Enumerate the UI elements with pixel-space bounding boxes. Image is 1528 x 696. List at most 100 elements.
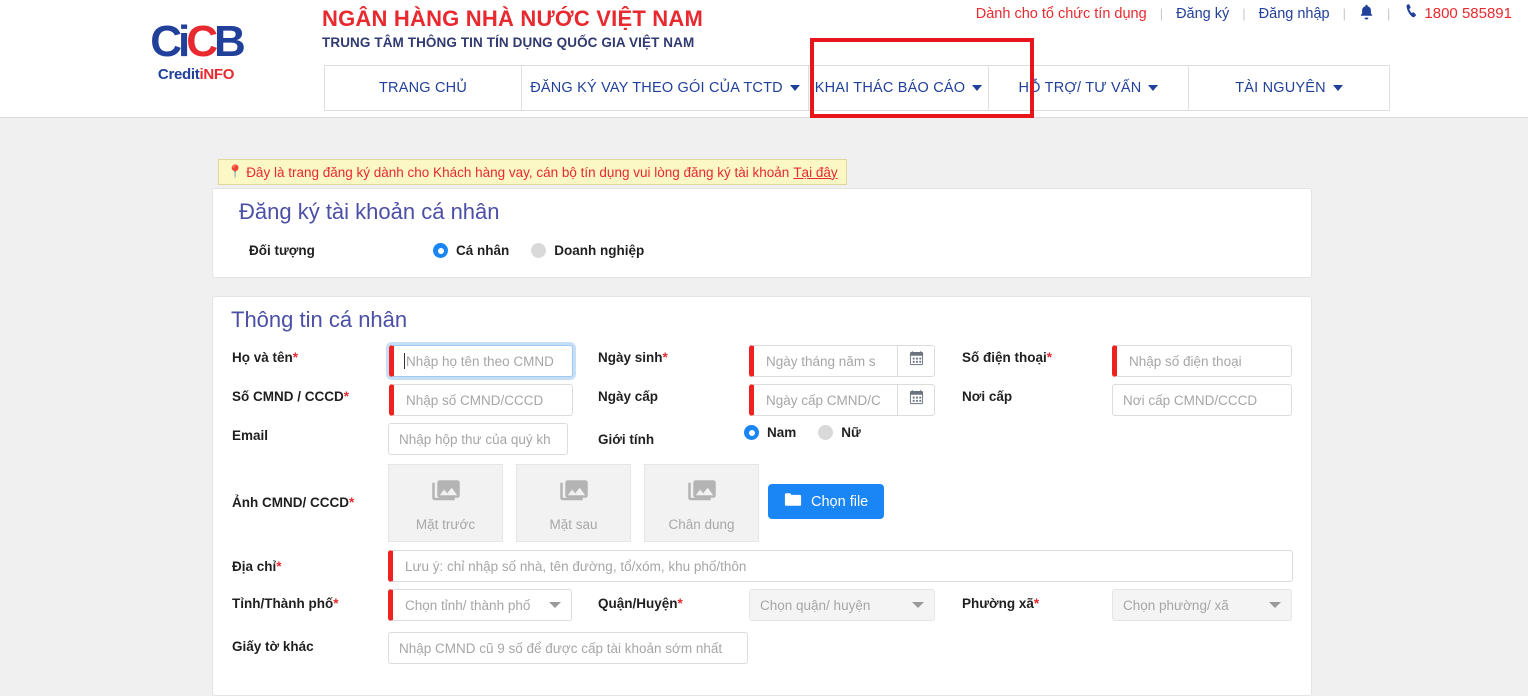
select-district[interactable]: Chọn quận/ huyện	[749, 589, 935, 621]
nav-separator: |	[1342, 6, 1347, 21]
personal-info-card: Thông tin cá nhân Họ và tên* Nhập họ tên…	[212, 296, 1312, 696]
label-birth-date: Ngày sinh*	[598, 350, 668, 365]
nav-item-dang-ky-vay[interactable]: ĐĂNG KÝ VAY THEO GÓI CỦA TCTD	[522, 66, 809, 110]
image-placeholder-icon	[559, 474, 589, 509]
brand-subtitle: TRUNG TÂM THÔNG TIN TÍN DỤNG QUỐC GIA VI…	[322, 34, 695, 50]
label-gender: Giới tính	[598, 432, 655, 447]
text-cursor	[404, 353, 405, 369]
upload-box-chan-dung[interactable]: Chân dung	[644, 464, 759, 542]
placeholder-district: Chọn quận/ huyện	[760, 597, 871, 613]
label-other-docs: Giấy tờ khác	[232, 639, 314, 654]
label-id-number: Số CMND / CCCD*	[232, 389, 350, 404]
brand-block: NGÂN HÀNG NHÀ NƯỚC VIỆT NAM TRUNG TÂM TH…	[322, 5, 703, 50]
subject-label: Đối tượng	[249, 243, 315, 258]
notice-link-tai-day[interactable]: Tại đây	[793, 165, 837, 180]
radio-label-ca-nhan[interactable]: Cá nhân	[456, 243, 509, 258]
logo-mark-c: C	[186, 17, 218, 66]
calendar-icon	[909, 351, 924, 371]
link-login[interactable]: Đăng nhập	[1259, 6, 1330, 22]
phone-hotline[interactable]: 1800 585891	[1403, 4, 1512, 23]
subject-radio-group: Đối tượng Cá nhân Doanh nghiệp	[249, 243, 666, 258]
link-for-credit-orgs[interactable]: Dành cho tổ chức tín dụng	[976, 6, 1147, 22]
input-birth-date[interactable]: Ngày tháng năm s	[749, 345, 897, 377]
notice-banner: 📍 Đây là trang đăng ký dành cho Khách hà…	[218, 159, 847, 185]
bell-icon[interactable]	[1359, 4, 1374, 23]
placeholder-phone: Nhập số điện thoại	[1129, 353, 1242, 369]
chevron-down-icon	[549, 602, 561, 608]
chevron-down-icon	[1269, 602, 1281, 608]
logo-mark: CiCB	[150, 17, 246, 66]
calendar-button-issue-date[interactable]	[897, 384, 935, 416]
select-province[interactable]: Chọn tỉnh/ thành phố	[388, 589, 572, 621]
nav-item-tai-nguyen[interactable]: TÀI NGUYÊN	[1189, 66, 1389, 110]
input-other-docs[interactable]: Nhập CMND cũ 9 số để được cấp tài khoản …	[388, 632, 748, 664]
label-full-name: Họ và tên*	[232, 350, 299, 365]
placeholder-id-number: Nhập số CMND/CCCD	[406, 392, 544, 408]
radio-ca-nhan[interactable]	[433, 243, 448, 258]
label-province: Tỉnh/Thành phố*	[232, 596, 339, 611]
input-id-number[interactable]: Nhập số CMND/CCCD	[389, 384, 573, 416]
nav-label: TÀI NGUYÊN	[1235, 80, 1326, 96]
phone-icon	[1402, 3, 1421, 25]
placeholder-province: Chọn tỉnh/ thành phố	[405, 597, 531, 613]
pin-icon: 📍	[227, 164, 244, 179]
placeholder-other-docs: Nhập CMND cũ 9 số để được cấp tài khoản …	[399, 640, 723, 656]
chevron-down-icon	[912, 602, 924, 608]
logo-mark-ci: Ci	[150, 17, 190, 66]
gender-radio-group: Nam Nữ	[744, 425, 883, 440]
nav-label: TRANG CHỦ	[379, 80, 467, 96]
chevron-down-icon	[1332, 85, 1343, 91]
radio-nu[interactable]	[818, 425, 834, 440]
input-address[interactable]: Lưu ý: chỉ nhập số nhà, tên đường, tổ/xó…	[388, 550, 1293, 582]
phone-number: 1800 585891	[1424, 5, 1512, 22]
radio-doanh-nghiep[interactable]	[531, 243, 547, 258]
label-issue-date: Ngày cấp	[598, 389, 659, 404]
site-header: CiCB CreditiNFO NGÂN HÀNG NHÀ NƯỚC VIỆT …	[0, 0, 1528, 118]
account-registration-card: Đăng ký tài khoản cá nhân Đối tượng Cá n…	[212, 188, 1312, 278]
label-ward: Phường xã*	[962, 596, 1040, 611]
input-full-name[interactable]: Nhập họ tên theo CMND	[389, 345, 573, 377]
label-district: Quận/Huyện*	[598, 596, 683, 611]
placeholder-issue-place: Nơi cấp CMND/CCCD	[1123, 392, 1258, 408]
link-register[interactable]: Đăng ký	[1176, 6, 1229, 22]
input-issue-place[interactable]: Nơi cấp CMND/CCCD	[1112, 384, 1292, 416]
image-placeholder-icon	[431, 474, 461, 509]
input-email[interactable]: Nhập hộp thư của quý kh	[388, 423, 568, 455]
radio-nam[interactable]	[744, 425, 759, 440]
chevron-down-icon	[789, 85, 800, 91]
logo-sub-nfo: NFO	[203, 66, 235, 83]
nav-item-khai-thac-bao-cao[interactable]: KHAI THÁC BÁO CÁO	[809, 66, 989, 110]
calendar-icon	[909, 390, 924, 410]
main-navigation: TRANG CHỦ ĐĂNG KÝ VAY THEO GÓI CỦA TCTD …	[324, 65, 1390, 111]
page-title: Đăng ký tài khoản cá nhân	[239, 199, 500, 224]
label-id-photos: Ảnh CMND/ CCCD*	[232, 495, 355, 510]
placeholder-ward: Chọn phường/ xã	[1123, 597, 1229, 613]
utility-nav: Dành cho tổ chức tín dụng | Đăng ký | Đă…	[976, 4, 1512, 23]
placeholder-full-name: Nhập họ tên theo CMND	[406, 353, 554, 369]
placeholder-issue-date: Ngày cấp CMND/C	[766, 392, 881, 408]
choose-file-button[interactable]: Chọn file	[768, 484, 885, 519]
nav-item-trang-chu[interactable]: TRANG CHỦ	[325, 66, 522, 110]
label-email: Email	[232, 428, 269, 443]
upload-box-mat-sau[interactable]: Mặt sau	[516, 464, 631, 542]
select-ward[interactable]: Chọn phường/ xã	[1112, 589, 1292, 621]
nav-separator: |	[1242, 6, 1246, 21]
upload-caption: Mặt trước	[415, 517, 476, 532]
folder-icon	[784, 492, 802, 511]
nav-label: KHAI THÁC BÁO CÁO	[814, 80, 966, 96]
calendar-button-birth-date[interactable]	[897, 345, 935, 377]
radio-label-doanh-nghiep[interactable]: Doanh nghiệp	[554, 243, 644, 258]
upload-caption: Chân dung	[668, 517, 735, 532]
label-address: Địa chỉ*	[232, 559, 282, 574]
placeholder-address: Lưu ý: chỉ nhập số nhà, tên đường, tổ/xó…	[405, 558, 747, 574]
site-logo[interactable]: CiCB CreditiNFO	[142, 8, 250, 94]
radio-label-nu[interactable]: Nữ	[841, 425, 861, 440]
input-issue-date[interactable]: Ngày cấp CMND/C	[749, 384, 897, 416]
notice-text: Đây là trang đăng ký dành cho Khách hàng…	[246, 164, 790, 180]
chevron-down-icon	[1148, 85, 1159, 91]
radio-label-nam[interactable]: Nam	[767, 425, 796, 440]
logo-subtext: CreditiNFO	[158, 67, 234, 82]
input-phone[interactable]: Nhập số điện thoại	[1112, 345, 1292, 377]
upload-box-mat-truoc[interactable]: Mặt trước	[388, 464, 503, 542]
nav-item-ho-tro-tu-van[interactable]: HỖ TRỢ/ TƯ VẤN	[989, 66, 1189, 110]
